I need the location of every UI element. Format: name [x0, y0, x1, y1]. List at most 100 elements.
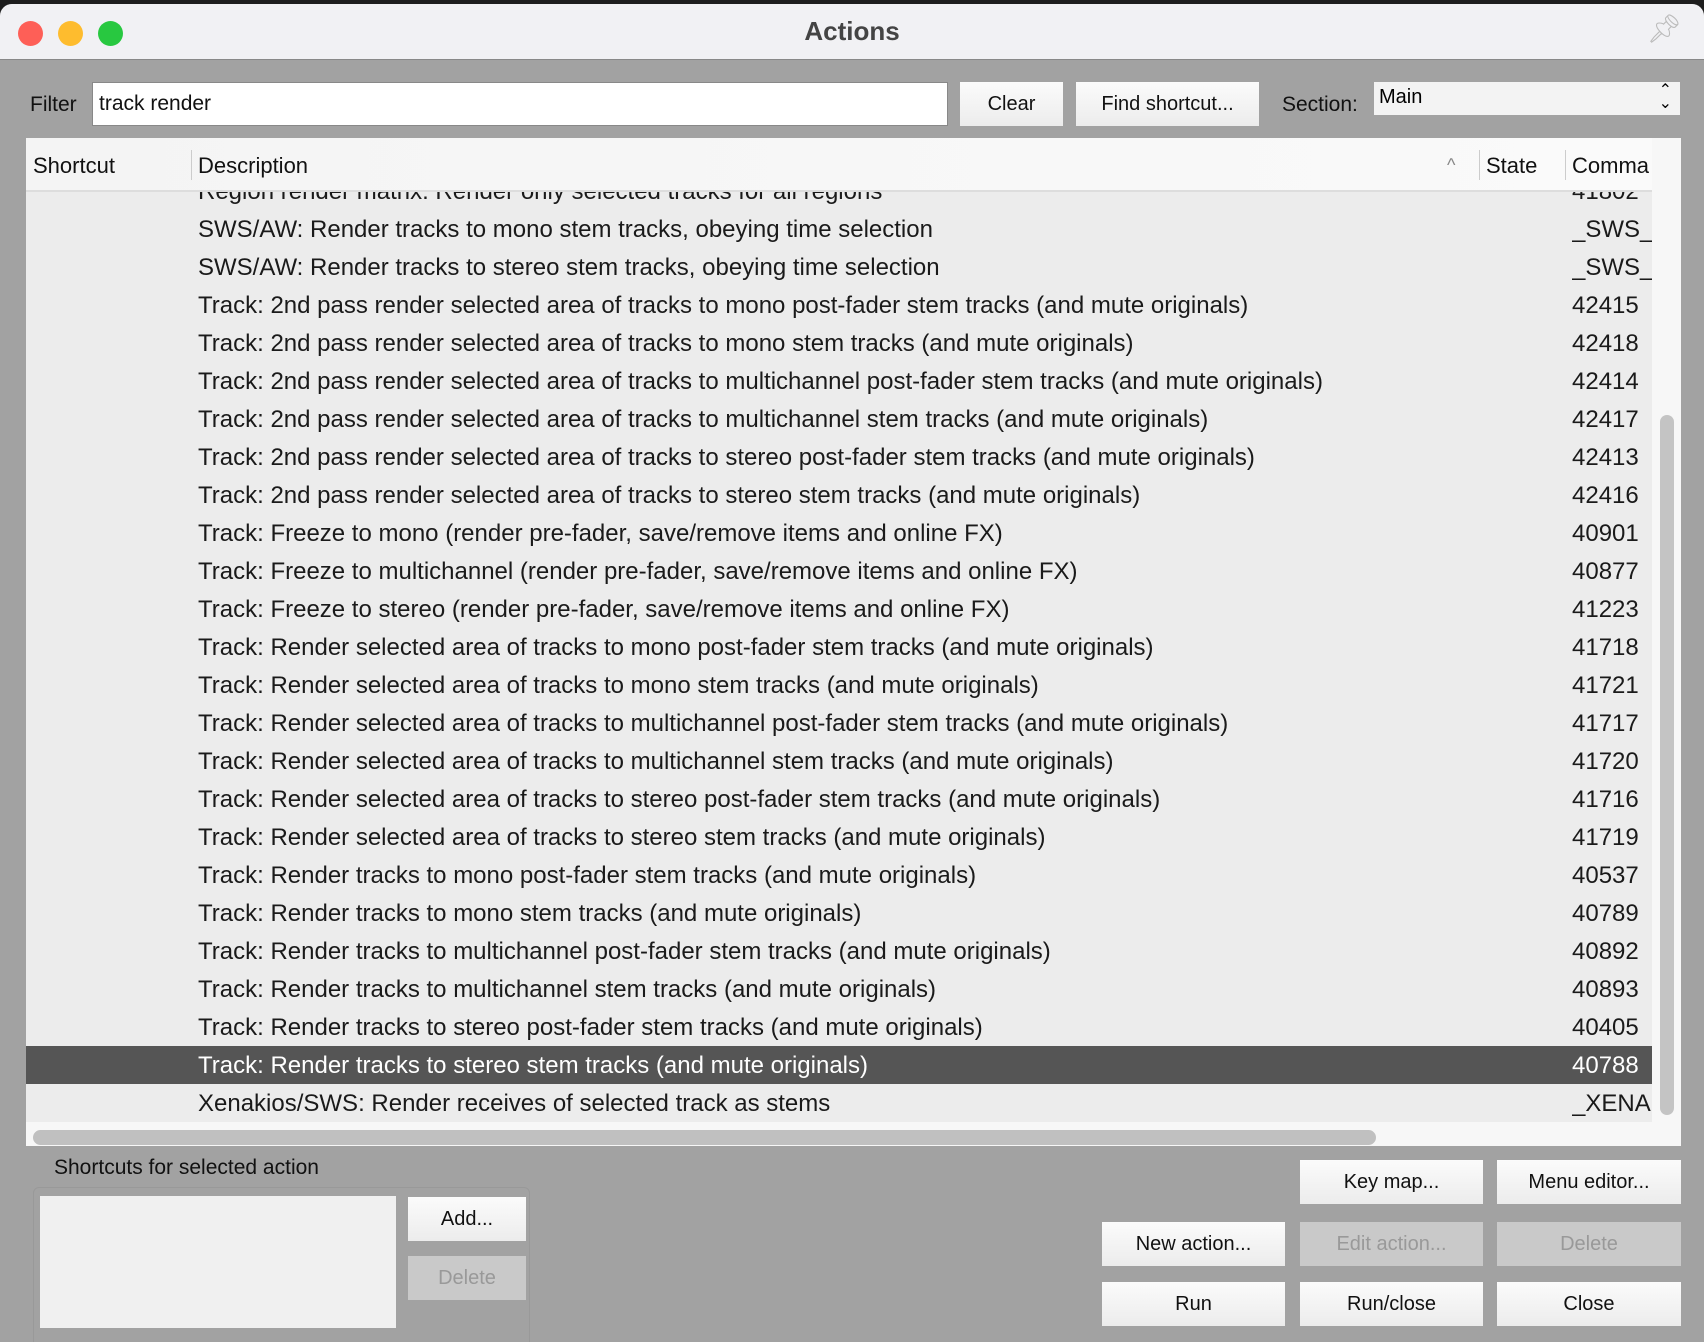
- table-row[interactable]: Track: Render selected area of tracks to…: [26, 742, 1652, 780]
- table-row[interactable]: Track: Freeze to stereo (render pre-fade…: [26, 590, 1652, 628]
- table-row[interactable]: Track: 2nd pass render selected area of …: [26, 476, 1652, 514]
- row-description: Track: Freeze to multichannel (render pr…: [198, 558, 1078, 585]
- row-description: Track: 2nd pass render selected area of …: [198, 444, 1255, 471]
- table-row[interactable]: Track: Render tracks to multichannel pos…: [26, 932, 1652, 970]
- menu-editor-button[interactable]: Menu editor...: [1497, 1160, 1681, 1204]
- table-row[interactable]: Track: Render tracks to multichannel ste…: [26, 970, 1652, 1008]
- run-close-button[interactable]: Run/close: [1300, 1282, 1483, 1326]
- row-description: Track: Render tracks to mono stem tracks…: [198, 900, 862, 927]
- row-description: Track: 2nd pass render selected area of …: [198, 368, 1323, 395]
- add-shortcut-button[interactable]: Add...: [408, 1197, 526, 1241]
- column-command[interactable]: Comma: [1572, 153, 1649, 179]
- row-command: 41717: [1572, 710, 1639, 737]
- table-row[interactable]: Track: Render selected area of tracks to…: [26, 704, 1652, 742]
- table-row[interactable]: Track: Render selected area of tracks to…: [26, 818, 1652, 856]
- table-row[interactable]: SWS/AW: Render tracks to stereo stem tra…: [26, 248, 1652, 286]
- table-row[interactable]: Track: Render selected area of tracks to…: [26, 780, 1652, 818]
- row-command: 41721: [1572, 672, 1639, 699]
- table-row[interactable]: Track: 2nd pass render selected area of …: [26, 438, 1652, 476]
- row-description: Track: Render selected area of tracks to…: [198, 748, 1114, 775]
- table-row[interactable]: Track: Render selected area of tracks to…: [26, 666, 1652, 704]
- row-description: Track: Render selected area of tracks to…: [198, 824, 1046, 851]
- row-command: 42413: [1572, 444, 1639, 471]
- row-command: _XENA: [1572, 1090, 1651, 1117]
- table-header: Shortcut Description ^ State Comma: [26, 138, 1652, 192]
- table-row[interactable]: SWS/AW: Render tracks to mono stem track…: [26, 210, 1652, 248]
- filter-input[interactable]: [92, 82, 948, 126]
- filter-label: Filter: [30, 93, 77, 116]
- new-action-button[interactable]: New action...: [1102, 1222, 1285, 1266]
- row-description: Track: Render selected area of tracks to…: [198, 786, 1161, 813]
- row-command: 42415: [1572, 292, 1639, 319]
- delete-shortcut-button[interactable]: Delete: [408, 1256, 526, 1300]
- table-row[interactable]: Track: 2nd pass render selected area of …: [26, 324, 1652, 362]
- table-body: Region render matrix: Render only select…: [26, 172, 1652, 1122]
- row-description: Track: Render tracks to multichannel pos…: [198, 938, 1051, 965]
- row-command: 41719: [1572, 824, 1639, 851]
- column-state[interactable]: State: [1486, 153, 1537, 179]
- chevron-updown-icon: ⌃ ⌄: [1658, 82, 1672, 112]
- find-shortcut-button[interactable]: Find shortcut...: [1076, 82, 1259, 126]
- column-description[interactable]: Description: [198, 153, 308, 179]
- horizontal-scrollbar[interactable]: [33, 1130, 1376, 1145]
- row-command: 40405: [1572, 1014, 1639, 1041]
- row-description: Track: Render tracks to stereo stem trac…: [198, 1052, 869, 1079]
- edit-action-button[interactable]: Edit action...: [1300, 1222, 1483, 1266]
- row-command: 40537: [1572, 862, 1639, 889]
- table-row[interactable]: Track: Render tracks to mono post-fader …: [26, 856, 1652, 894]
- row-command: 41718: [1572, 634, 1639, 661]
- row-description: Track: Render selected area of tracks to…: [198, 710, 1229, 737]
- row-command: 41716: [1572, 786, 1639, 813]
- row-description: Track: Render selected area of tracks to…: [198, 672, 1039, 699]
- pin-icon[interactable]: 📌︎: [1646, 12, 1682, 45]
- row-command: 40877: [1572, 558, 1639, 585]
- title-bar: Actions 📌︎: [0, 4, 1704, 60]
- row-description: Track: Render tracks to mono post-fader …: [198, 862, 977, 889]
- table-row[interactable]: Xenakios/SWS: Render receives of selecte…: [26, 1084, 1652, 1122]
- row-description: Track: 2nd pass render selected area of …: [198, 292, 1249, 319]
- row-description: Track: Freeze to mono (render pre-fader,…: [198, 520, 1003, 547]
- row-command: _SWS_: [1572, 254, 1652, 281]
- run-button[interactable]: Run: [1102, 1282, 1285, 1326]
- delete-action-button[interactable]: Delete: [1497, 1222, 1681, 1266]
- column-shortcut[interactable]: Shortcut: [33, 153, 115, 179]
- row-command: 42417: [1572, 406, 1639, 433]
- table-row[interactable]: Track: Freeze to mono (render pre-fader,…: [26, 514, 1652, 552]
- row-description: SWS/AW: Render tracks to stereo stem tra…: [198, 254, 940, 281]
- shortcuts-label: Shortcuts for selected action: [54, 1156, 319, 1179]
- row-description: Track: 2nd pass render selected area of …: [198, 482, 1141, 509]
- actions-table: Shortcut Description ^ State Comma Regio…: [26, 138, 1681, 1146]
- clear-button[interactable]: Clear: [960, 82, 1063, 126]
- row-description: SWS/AW: Render tracks to mono stem track…: [198, 216, 933, 243]
- sort-ascending-icon: ^: [1447, 155, 1456, 175]
- section-value: Main: [1379, 86, 1423, 108]
- row-description: Xenakios/SWS: Render receives of selecte…: [198, 1090, 831, 1117]
- table-row[interactable]: Track: Render selected area of tracks to…: [26, 628, 1652, 666]
- key-map-button[interactable]: Key map...: [1300, 1160, 1483, 1204]
- vertical-scrollbar[interactable]: [1660, 415, 1674, 1115]
- table-row[interactable]: Track: 2nd pass render selected area of …: [26, 286, 1652, 324]
- row-command: 40892: [1572, 938, 1639, 965]
- table-row-selected[interactable]: Track: Render tracks to stereo stem trac…: [26, 1046, 1652, 1084]
- shortcuts-list[interactable]: [40, 1196, 396, 1328]
- table-row[interactable]: Track: Render tracks to stereo post-fade…: [26, 1008, 1652, 1046]
- row-command: 40901: [1572, 520, 1639, 547]
- section-select[interactable]: Main ⌃ ⌄: [1374, 82, 1680, 115]
- row-description: Track: 2nd pass render selected area of …: [198, 406, 1209, 433]
- row-command: 42418: [1572, 330, 1639, 357]
- window-title: Actions: [804, 16, 900, 46]
- row-command: 41223: [1572, 596, 1639, 623]
- table-row[interactable]: Track: Render tracks to mono stem tracks…: [26, 894, 1652, 932]
- table-row[interactable]: Track: Freeze to multichannel (render pr…: [26, 552, 1652, 590]
- row-description: Track: Freeze to stereo (render pre-fade…: [198, 596, 1010, 623]
- row-description: Track: Render tracks to multichannel ste…: [198, 976, 937, 1003]
- row-description: Track: Render tracks to stereo post-fade…: [198, 1014, 983, 1041]
- row-command: _SWS_: [1572, 216, 1652, 243]
- row-description: Track: 2nd pass render selected area of …: [198, 330, 1134, 357]
- actions-window: Actions 📌︎ Filter Clear Find shortcut...…: [0, 4, 1704, 1342]
- table-row[interactable]: Track: 2nd pass render selected area of …: [26, 362, 1652, 400]
- table-row[interactable]: Track: 2nd pass render selected area of …: [26, 400, 1652, 438]
- row-command: 41720: [1572, 748, 1639, 775]
- close-button[interactable]: Close: [1497, 1282, 1681, 1326]
- row-command: 40893: [1572, 976, 1639, 1003]
